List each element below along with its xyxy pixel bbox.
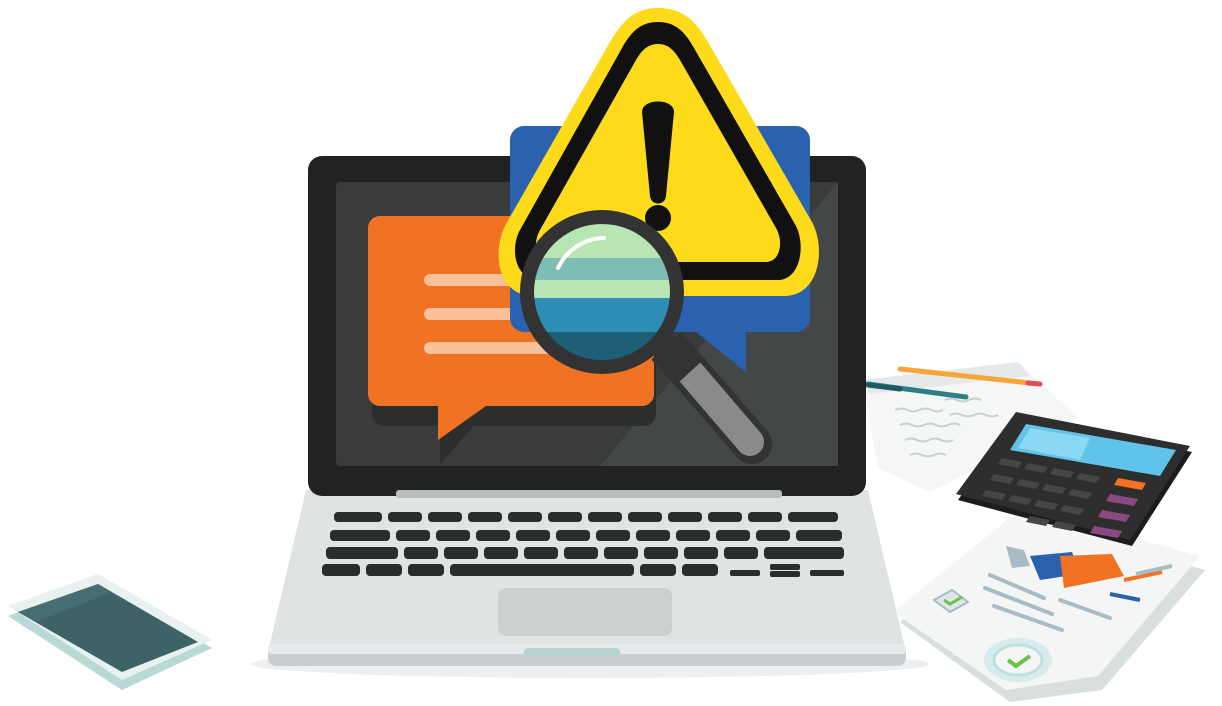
badge-icon <box>984 638 1052 682</box>
smartphone <box>8 574 212 690</box>
key-row-2 <box>330 530 842 541</box>
trackpad <box>498 588 672 636</box>
illustration <box>8 8 1205 702</box>
report-document <box>893 508 1205 702</box>
